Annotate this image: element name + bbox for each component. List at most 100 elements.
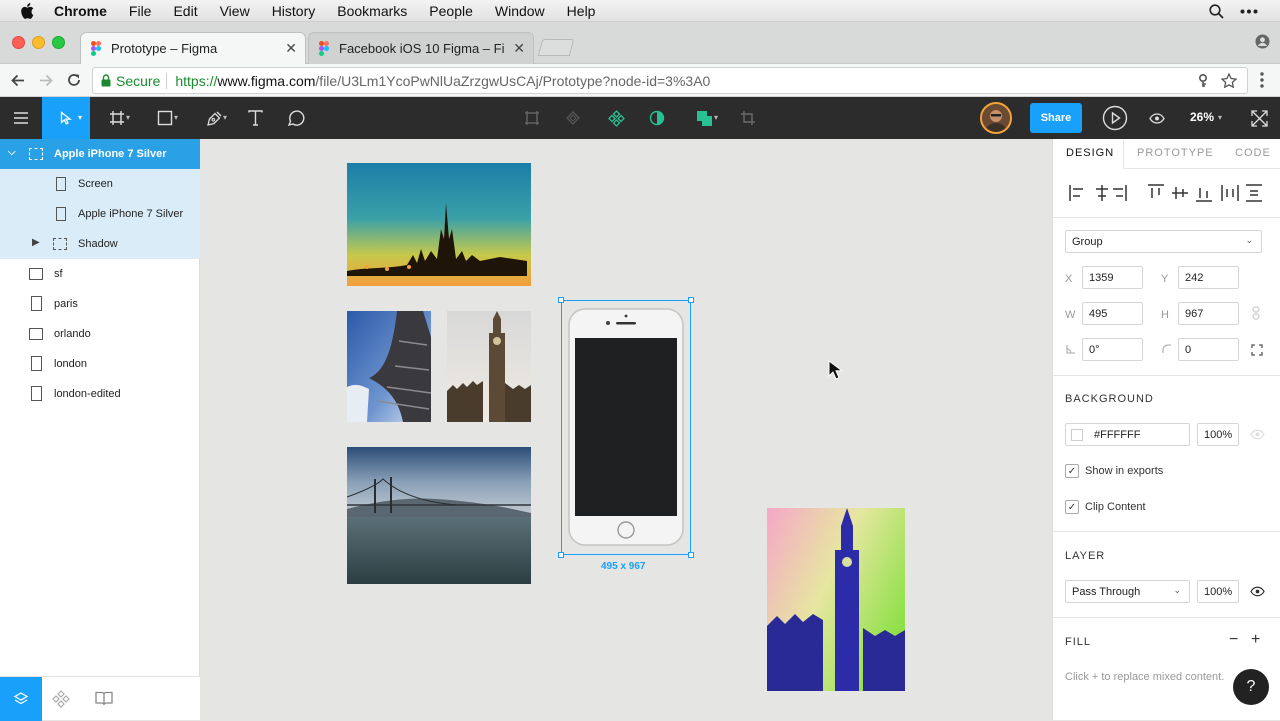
x-field[interactable]: 1359: [1082, 266, 1143, 289]
minimize-window-button[interactable]: [32, 36, 45, 49]
reset-instance-button[interactable]: [561, 97, 585, 139]
apple-icon[interactable]: [20, 2, 34, 19]
blend-mode-select[interactable]: Pass Through ⌄: [1065, 580, 1190, 603]
height-field[interactable]: 967: [1178, 302, 1239, 325]
move-tool-button[interactable]: ▾: [42, 97, 90, 139]
tab-facebook-ios[interactable]: Facebook iOS 10 Figma – Figm ✕: [308, 32, 534, 64]
layer-visibility-eye-icon[interactable]: [1250, 586, 1265, 597]
crop-button[interactable]: [736, 97, 760, 139]
clip-content-checkbox[interactable]: ✓: [1065, 500, 1079, 514]
layer-paris[interactable]: paris: [0, 289, 200, 319]
reload-icon[interactable]: [66, 72, 82, 88]
mac-menubar: Chrome File Edit View History Bookmarks …: [0, 0, 1280, 22]
layer-london[interactable]: london: [0, 349, 200, 379]
sf-image[interactable]: [347, 447, 531, 584]
tab-prototype-figma[interactable]: Prototype – Figma ✕: [80, 32, 306, 64]
layer-apple-iphone-7-silver-child[interactable]: Apple iPhone 7 Silver: [0, 199, 200, 229]
resize-handle-top-right[interactable]: [688, 297, 694, 303]
frame-tool-button[interactable]: ▾: [98, 97, 136, 139]
menu-history[interactable]: History: [272, 3, 316, 19]
layers-icon: [13, 692, 29, 705]
layer-orlando[interactable]: orlando: [0, 319, 200, 349]
components-tab-button[interactable]: [52, 690, 70, 713]
y-field[interactable]: 242: [1178, 266, 1239, 289]
present-button[interactable]: [1100, 97, 1130, 139]
collapse-chevron-icon[interactable]: ⌵: [8, 147, 16, 158]
menu-edit[interactable]: Edit: [173, 3, 197, 19]
visibility-eye-icon[interactable]: [1250, 429, 1265, 440]
menu-help[interactable]: Help: [567, 3, 596, 19]
fullscreen-button[interactable]: [1246, 97, 1272, 139]
zoom-chevron-icon[interactable]: ▾: [1218, 113, 1222, 122]
expand-chevron-icon[interactable]: ▶: [32, 237, 40, 248]
forward-icon[interactable]: [38, 73, 54, 88]
layer-sf[interactable]: sf: [0, 259, 200, 289]
back-icon[interactable]: [10, 73, 26, 88]
layers-tab-button[interactable]: [0, 677, 42, 721]
resize-handle-bottom-right[interactable]: [688, 552, 694, 558]
shape-tool-button[interactable]: ▾: [146, 97, 184, 139]
chrome-menu-icon[interactable]: [1260, 72, 1264, 88]
menu-window[interactable]: Window: [495, 3, 545, 19]
remove-fill-icon[interactable]: −: [1229, 631, 1238, 649]
design-canvas[interactable]: 495 x 967: [200, 139, 1052, 720]
london-image[interactable]: [447, 311, 531, 422]
resize-handle-bottom-left[interactable]: [558, 552, 564, 558]
menu-bookmarks[interactable]: Bookmarks: [337, 3, 407, 19]
zoom-level[interactable]: 26%: [1190, 110, 1214, 124]
layer-opacity-field[interactable]: 100%: [1197, 580, 1239, 603]
menu-people[interactable]: People: [429, 3, 473, 19]
library-tab-button[interactable]: [95, 691, 113, 711]
bookmark-star-icon[interactable]: [1221, 73, 1237, 88]
close-tab-icon[interactable]: ✕: [285, 40, 297, 57]
create-component-button[interactable]: [604, 97, 628, 139]
menu-file[interactable]: File: [129, 3, 152, 19]
maximize-window-button[interactable]: [52, 36, 65, 49]
mask-button[interactable]: [645, 97, 669, 139]
profile-icon[interactable]: [1255, 34, 1270, 49]
paris-image[interactable]: [347, 311, 431, 422]
user-avatar[interactable]: [980, 102, 1012, 134]
close-tab-icon[interactable]: ✕: [513, 40, 525, 57]
layer-apple-iphone-7-silver[interactable]: ⌵ Apple iPhone 7 Silver: [0, 139, 200, 169]
layer-screen[interactable]: Screen: [0, 169, 200, 199]
layer-london-edited[interactable]: london-edited: [0, 379, 200, 409]
type-select[interactable]: Group ⌄: [1065, 230, 1262, 253]
corner-radius-icon: [1162, 344, 1171, 353]
help-button[interactable]: ?: [1233, 669, 1269, 705]
menu-view[interactable]: View: [220, 3, 250, 19]
view-settings-button[interactable]: [1145, 97, 1169, 139]
add-fill-icon[interactable]: +: [1251, 631, 1260, 649]
layer-shadow[interactable]: ▶ Shadow: [0, 229, 200, 259]
width-field[interactable]: 495: [1082, 302, 1143, 325]
text-tool-button[interactable]: [242, 97, 268, 139]
new-tab-button[interactable]: [537, 39, 575, 56]
resize-handle-top-left[interactable]: [558, 297, 564, 303]
independent-corners-icon[interactable]: [1251, 344, 1263, 356]
close-window-button[interactable]: [12, 36, 25, 49]
pen-tool-button[interactable]: ▾: [195, 97, 233, 139]
url-field[interactable]: Secure https://www.figma.com/file/U3Lm1Y…: [92, 67, 1248, 94]
notification-menu-icon[interactable]: [1240, 9, 1258, 14]
spotlight-search-icon[interactable]: [1209, 4, 1224, 19]
background-opacity-field[interactable]: 100%: [1197, 423, 1239, 446]
share-button[interactable]: Share: [1030, 103, 1082, 133]
tab-prototype[interactable]: PROTOTYPE: [1137, 147, 1214, 159]
menu-app-name[interactable]: Chrome: [54, 3, 107, 19]
boolean-group-button[interactable]: ▾: [686, 97, 722, 139]
constrain-proportions-icon[interactable]: [1252, 306, 1260, 320]
tab-code[interactable]: CODE: [1235, 147, 1271, 159]
corner-radius-field[interactable]: 0: [1178, 338, 1239, 361]
comment-tool-button[interactable]: [283, 97, 309, 139]
background-color-field[interactable]: #FFFFFF: [1065, 423, 1190, 446]
tab-design[interactable]: DESIGN: [1066, 147, 1114, 159]
show-in-exports-checkbox[interactable]: ✓: [1065, 464, 1079, 478]
orlando-image[interactable]: [347, 163, 531, 286]
color-swatch[interactable]: [1071, 429, 1083, 441]
iphone-7-silver-mockup[interactable]: [568, 308, 684, 546]
component-frame-button[interactable]: [520, 97, 544, 139]
key-icon[interactable]: [1197, 74, 1209, 88]
london-edited-image[interactable]: [767, 508, 905, 691]
rotation-field[interactable]: 0°: [1082, 338, 1143, 361]
hamburger-menu-button[interactable]: [0, 97, 42, 139]
